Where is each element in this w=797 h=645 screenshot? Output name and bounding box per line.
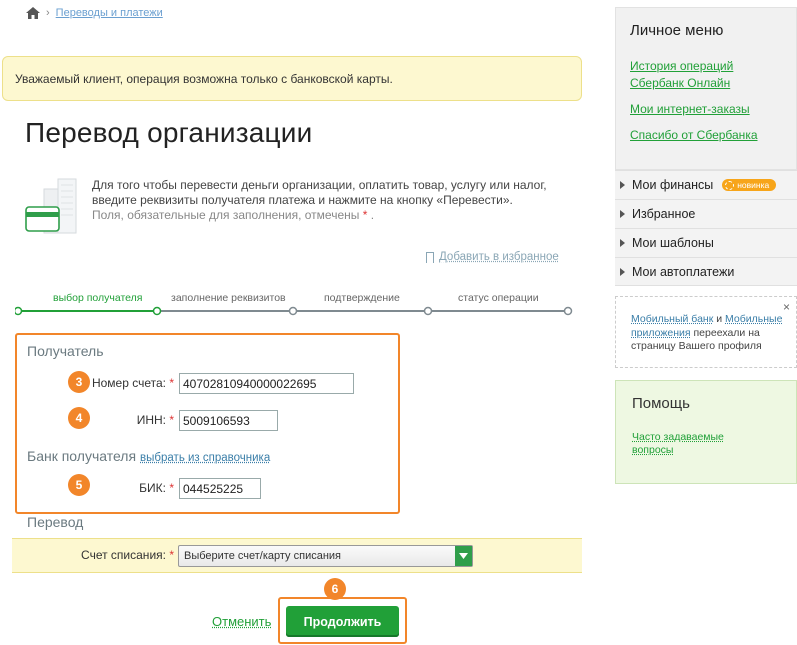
add-to-favorites-link[interactable]: Добавить в избранное [439,251,559,263]
bank-section: Банк получателя выбрать из справочника [27,448,270,464]
intro-line-2: введите реквизиты получателя платежа и н… [92,193,513,207]
bik-required-asterisk: * [169,481,174,495]
choose-from-directory-link[interactable]: выбрать из справочника [140,452,270,464]
account-number-label-text: Номер счета: [91,376,166,390]
triangle-right-icon [620,267,625,276]
home-icon[interactable] [26,7,40,19]
menu-favorites[interactable]: Избранное [615,199,797,228]
spasibo-link[interactable]: Спасибо от Сбербанка [630,127,758,144]
account-number-input[interactable] [179,373,354,394]
organization-card-icon [25,178,77,234]
menu-my-finances-label: Мои финансы [632,178,714,192]
menu-templates[interactable]: Мои шаблоны [615,228,797,257]
help-title: Помощь [632,395,690,412]
inn-input[interactable] [179,410,278,431]
menu-autopayments-label: Мои автоплатежи [632,264,735,279]
close-icon[interactable]: × [783,300,790,315]
required-asterisk: * [362,208,368,222]
menu-autopayments[interactable]: Мои автоплатежи [615,257,797,286]
new-badge-text: новинка [737,180,770,190]
chevron-down-icon[interactable] [455,546,472,566]
menu-favorites-label: Избранное [632,207,696,221]
required-note: Поля, обязательные для заполнения, отмеч… [92,208,375,222]
triangle-right-icon [620,210,625,218]
personal-menu-title: Личное меню [630,22,724,39]
debit-account-label-text: Счет списания: [81,548,166,562]
recipient-section-title: Получатель [27,343,104,359]
intro-line-1: Для того чтобы перевести деньги организа… [92,178,547,192]
debit-account-label: Счет списания: * [60,548,174,562]
history-link[interactable]: История операций Сбербанк Онлайн [630,58,790,92]
transfer-section-title: Перевод [27,514,84,530]
debit-required-asterisk: * [169,548,174,562]
mobile-bank-link[interactable]: Мобильный банк [631,313,713,325]
inn-label-text: ИНН: [136,413,166,427]
step-status: статус операции [458,292,539,304]
menu-templates-label: Мои шаблоны [632,236,714,250]
step-select-recipient: выбор получателя [53,292,143,304]
account-number-label: Номер счета: * [84,376,174,390]
account-required-asterisk: * [169,376,174,390]
bookmark-icon [426,251,434,263]
breadcrumb: › Переводы и платежи [26,7,163,19]
cancel-button[interactable]: Отменить [212,614,271,629]
triangle-right-icon [620,239,625,247]
continue-button[interactable]: Продолжить [286,606,399,637]
new-badge: новинка [722,179,777,191]
breadcrumb-link-transfers[interactable]: Переводы и платежи [56,7,163,19]
intro-text: Для того чтобы перевести деньги организа… [92,178,562,223]
inn-label: ИНН: * [84,413,174,427]
bik-label: БИК: * [84,481,174,495]
progress-steps: выбор получателя заполнение реквизитов п… [30,292,570,306]
add-to-favorites[interactable]: Добавить в избранное [426,251,559,263]
debit-account-select-value: Выберите счет/карту списания [184,550,342,562]
bank-section-title: Банк получателя [27,448,137,464]
step-fill-details: заполнение реквизитов [171,292,286,304]
required-note-text: Поля, обязательные для заполнения, отмеч… [92,208,360,222]
triangle-right-icon [620,181,625,189]
card-only-notice: Уважаемый клиент, операция возможна толь… [2,56,582,101]
page-title: Перевод организации [25,117,313,148]
tip-and: и [716,313,723,325]
step-confirmation: подтверждение [324,292,400,304]
bik-label-text: БИК: [139,481,166,495]
menu-my-finances[interactable]: Мои финансы новинка [615,170,797,199]
inn-required-asterisk: * [169,413,174,427]
internet-orders-link[interactable]: Мои интернет-заказы [630,101,750,118]
chevron-right-icon: › [46,7,50,19]
debit-account-select[interactable]: Выберите счет/карту списания [178,545,473,567]
progress-bar [15,306,573,316]
bik-input[interactable] [179,478,261,499]
mobile-bank-tip: × Мобильный банк и Мобильные приложения … [615,296,797,368]
gear-icon [725,180,735,190]
faq-link[interactable]: Часто задаваемые вопросы [632,431,742,457]
